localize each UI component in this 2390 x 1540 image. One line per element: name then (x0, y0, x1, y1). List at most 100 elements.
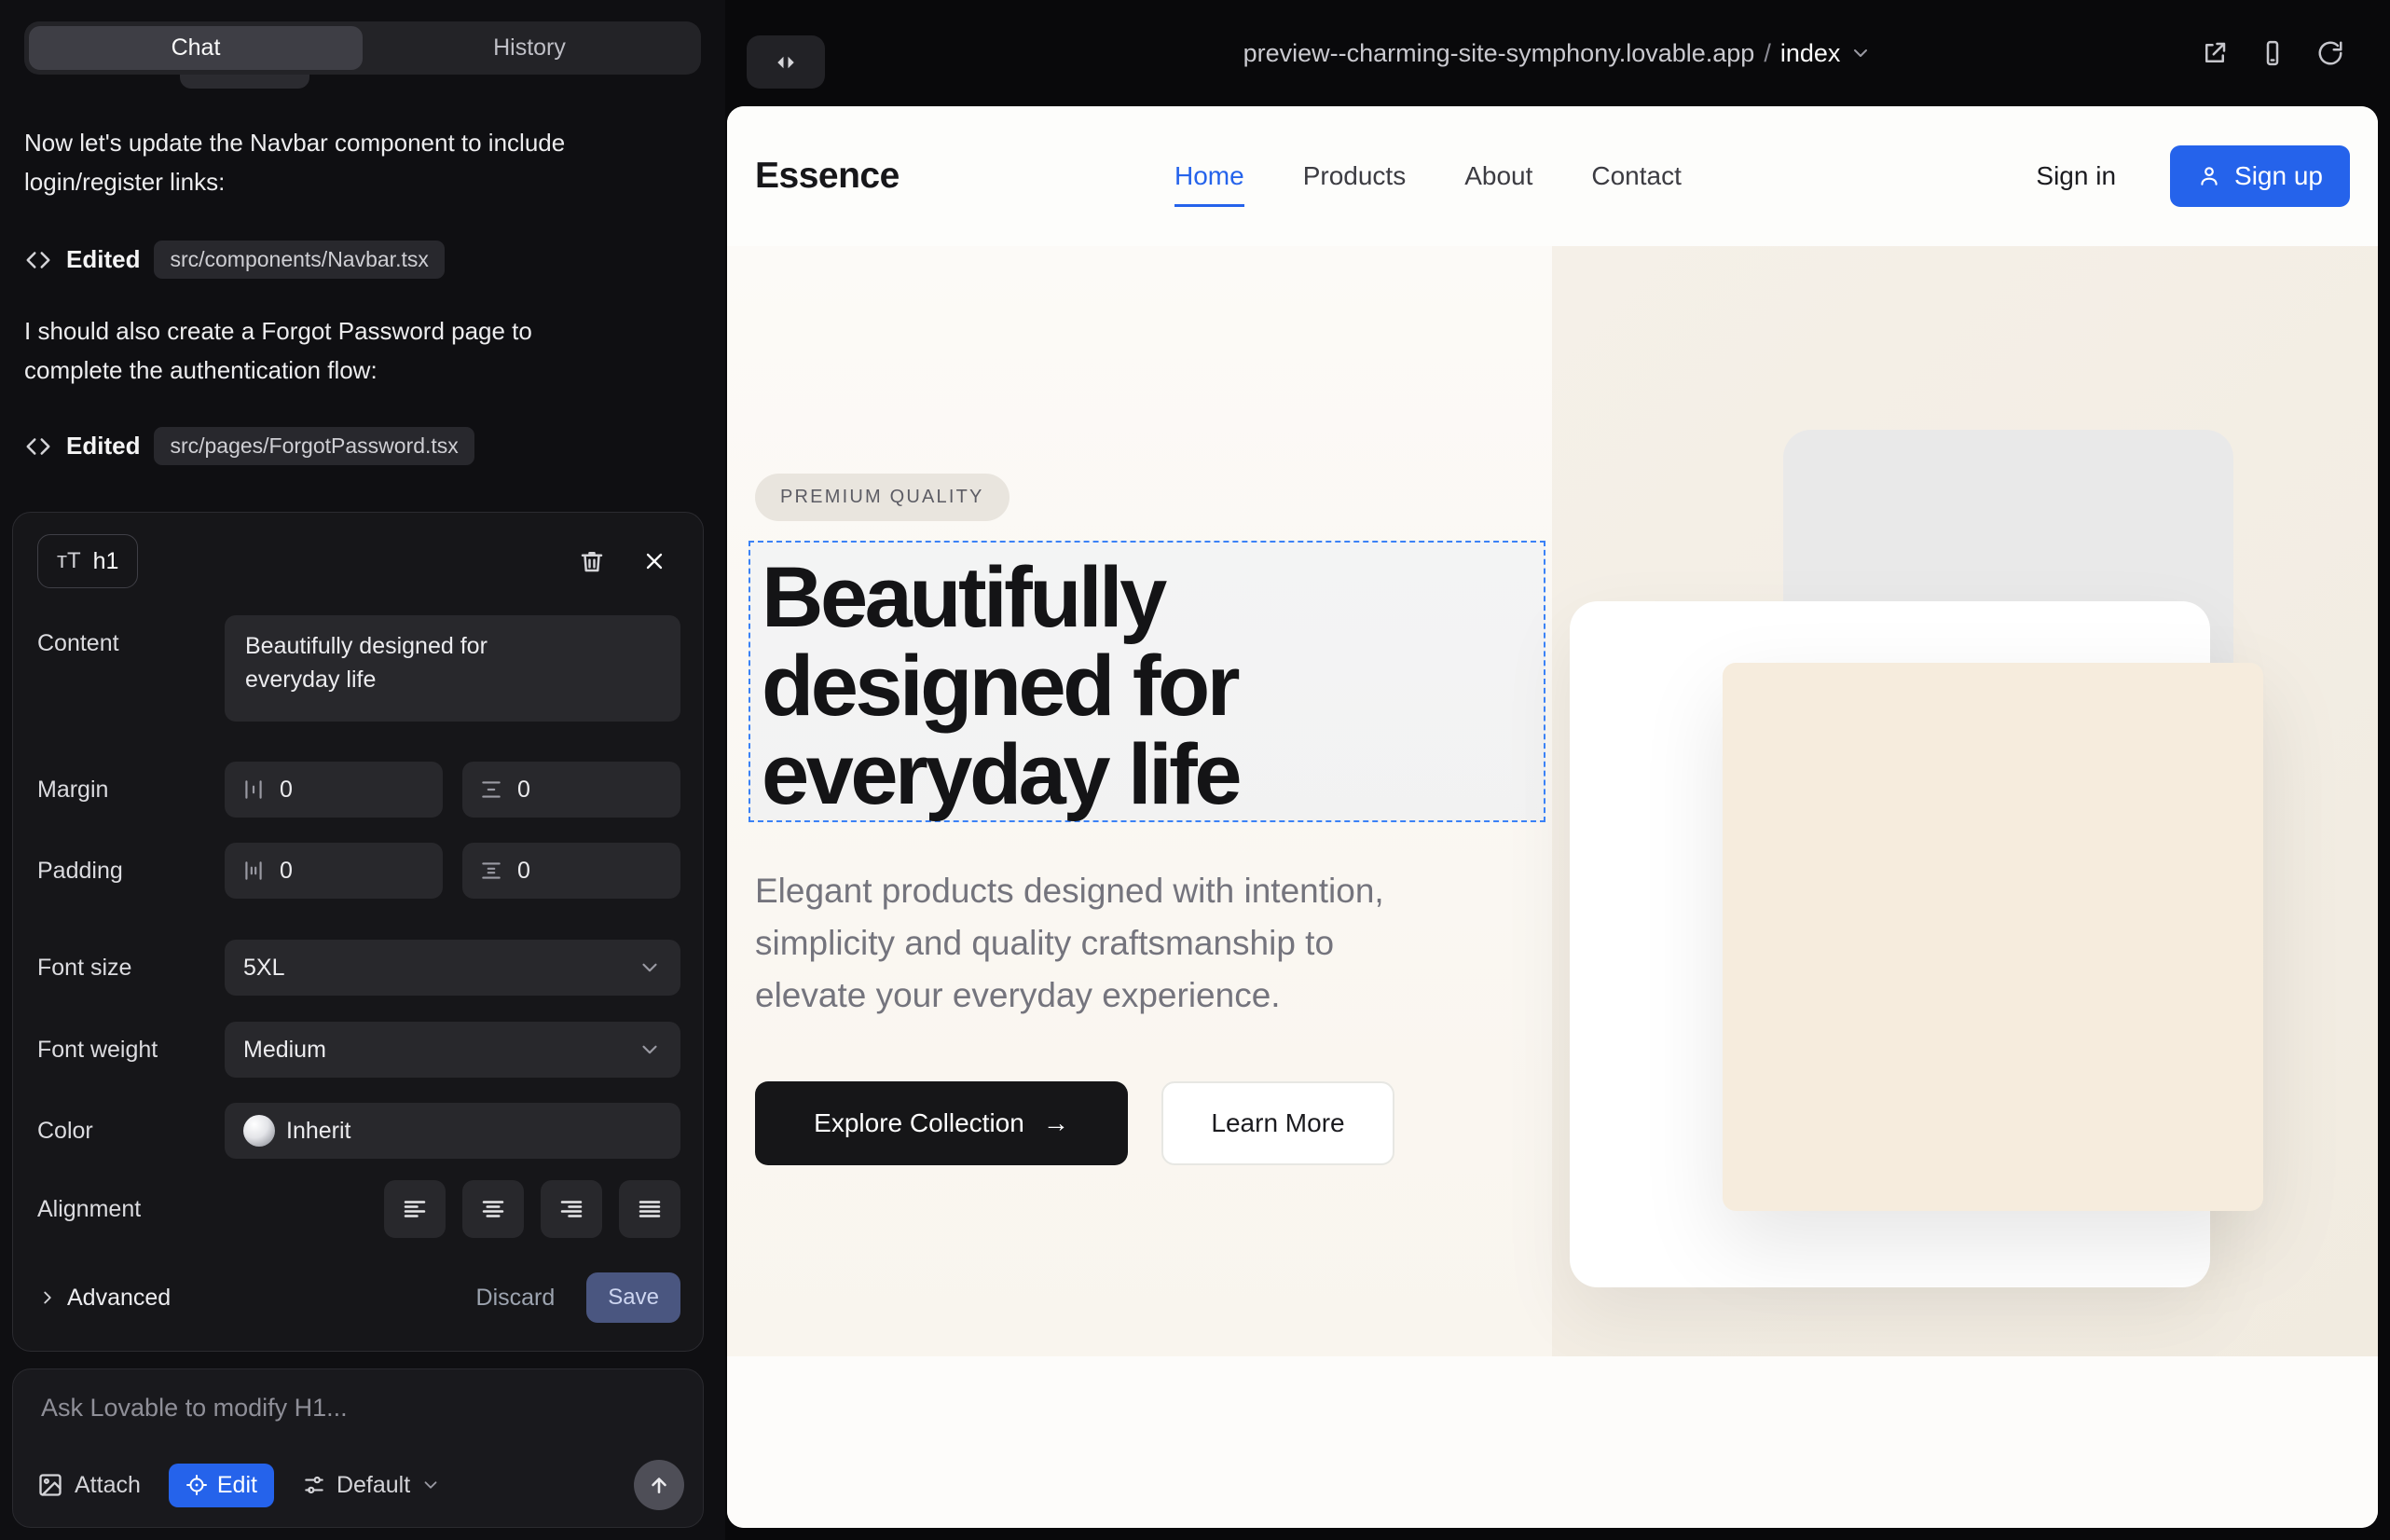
nav-link-contact[interactable]: Contact (1591, 161, 1682, 191)
attach-button[interactable]: Attach (37, 1472, 141, 1499)
margin-row: Margin 0 0 (37, 762, 680, 818)
margin-label: Margin (37, 777, 225, 804)
font-size-select[interactable]: 5XL (225, 940, 680, 996)
mobile-view-button[interactable] (2259, 39, 2287, 67)
paragraph-line: Elegant products designed with intention… (755, 865, 1384, 917)
nav-auth-group: Sign in Sign up (2036, 145, 2350, 207)
user-icon (2197, 164, 2221, 188)
content-label: Content (37, 615, 225, 657)
nav-link-products[interactable]: Products (1303, 161, 1407, 191)
padding-label: Padding (37, 858, 225, 885)
color-control[interactable]: Inherit (225, 1103, 680, 1159)
site-lower-section (727, 1356, 2378, 1528)
font-size-row: Font size 5XL (37, 940, 680, 996)
hero-heading-line: everyday life (762, 731, 1544, 819)
font-size-label: Font size (37, 955, 225, 982)
discard-button[interactable]: Discard (476, 1285, 556, 1312)
font-weight-label: Font weight (37, 1037, 225, 1064)
url-domain: preview--charming-site-symphony.lovable.… (1243, 39, 1755, 68)
panel-tabs: Chat History (24, 21, 701, 75)
url-page: index (1780, 39, 1841, 68)
padding-x-input[interactable]: 0 (225, 843, 443, 899)
file-badge[interactable]: src/components/Navbar.tsx (154, 241, 444, 279)
chat-message: Now let's update the Navbar component to… (24, 123, 635, 201)
content-value: Beautifully designed for everyday life (245, 630, 562, 696)
save-button[interactable]: Save (586, 1272, 680, 1323)
attach-label: Attach (75, 1472, 141, 1499)
image-icon (37, 1472, 63, 1498)
margin-y-value: 0 (517, 777, 530, 804)
explore-collection-button[interactable]: Explore Collection → (755, 1081, 1128, 1165)
paragraph-line: simplicity and quality craftsmanship to (755, 917, 1384, 969)
chevron-down-icon (1849, 42, 1872, 64)
margin-x-input[interactable]: 0 (225, 762, 443, 818)
edit-mode-button[interactable]: Edit (169, 1464, 274, 1507)
default-label: Default (337, 1472, 410, 1499)
color-label: Color (37, 1118, 225, 1145)
selected-h1-element[interactable]: Beautifully designed for everyday life (749, 541, 1545, 822)
explore-label: Explore Collection (814, 1108, 1024, 1138)
tab-history[interactable]: History (363, 26, 696, 70)
color-value: Inherit (286, 1118, 662, 1145)
edited-file-row: Edited src/pages/ForgotPassword.tsx (24, 427, 474, 465)
padding-horizontal-icon (241, 859, 266, 883)
chat-composer: Attach Edit Default (12, 1368, 704, 1528)
chevron-right-icon (37, 1287, 58, 1308)
hero-heading-line: Beautifully (762, 554, 1544, 642)
font-weight-row: Font weight Medium (37, 1022, 680, 1078)
close-inspector-button[interactable] (634, 541, 675, 582)
sliders-icon (302, 1473, 326, 1497)
padding-y-input[interactable]: 0 (462, 843, 680, 899)
margin-y-input[interactable]: 0 (462, 762, 680, 818)
edit-label: Edit (217, 1472, 257, 1499)
browser-actions (2201, 0, 2344, 106)
open-in-new-tab-button[interactable] (2201, 39, 2229, 67)
paragraph-line: elevate your everyday experience. (755, 969, 1384, 1022)
file-badge[interactable]: src/pages/ForgotPassword.tsx (154, 427, 474, 465)
inspector-footer: Advanced Discard Save (37, 1272, 680, 1324)
composer-toolbar: Attach Edit Default (37, 1460, 684, 1510)
chat-input[interactable] (41, 1394, 675, 1423)
hero-heading-line: designed for (762, 642, 1544, 731)
content-field[interactable]: Beautifully designed for everyday life (225, 615, 680, 722)
inspector-header: тT h1 (37, 533, 675, 589)
hero-section: PREMIUM QUALITY Beautifully designed for… (727, 246, 2378, 1356)
site-preview: Essence Home Products About Contact Sign… (727, 106, 2378, 1528)
margin-vertical-icon (479, 777, 503, 802)
send-button[interactable] (634, 1460, 684, 1510)
site-logo[interactable]: Essence (755, 156, 900, 197)
chat-message: I should also create a Forgot Password p… (24, 311, 635, 390)
nav-link-about[interactable]: About (1464, 161, 1532, 191)
hero-paragraph: Elegant products designed with intention… (755, 865, 1384, 1022)
chevron-down-icon (638, 956, 662, 980)
align-right-button[interactable] (541, 1180, 602, 1238)
code-icon (24, 433, 52, 461)
select-element-icon (185, 1474, 208, 1496)
color-swatch (243, 1115, 275, 1147)
sign-in-button[interactable]: Sign in (2036, 161, 2116, 191)
url-bar[interactable]: preview--charming-site-symphony.lovable.… (725, 0, 2390, 106)
refresh-button[interactable] (2316, 39, 2344, 67)
arrow-right-icon: → (1043, 1108, 1069, 1138)
font-size-value: 5XL (243, 955, 626, 982)
delete-element-button[interactable] (570, 540, 613, 583)
alignment-label: Alignment (37, 1196, 225, 1223)
collapse-panel-button[interactable] (747, 35, 825, 89)
sign-up-button[interactable]: Sign up (2170, 145, 2350, 207)
typography-icon: тT (57, 548, 81, 574)
padding-vertical-icon (479, 859, 503, 883)
nav-link-home[interactable]: Home (1174, 161, 1244, 191)
align-center-button[interactable] (462, 1180, 524, 1238)
font-weight-select[interactable]: Medium (225, 1022, 680, 1078)
element-inspector: тT h1 Content Beautifully designed for e… (12, 512, 704, 1352)
content-row: Content Beautifully designed for everyda… (37, 615, 680, 722)
learn-more-button[interactable]: Learn More (1161, 1081, 1394, 1165)
decorative-card-cream (1723, 663, 2263, 1211)
advanced-toggle[interactable]: Advanced (37, 1285, 171, 1312)
align-justify-button[interactable] (619, 1180, 680, 1238)
margin-x-value: 0 (280, 777, 293, 804)
url-separator: / (1764, 39, 1771, 68)
model-default-button[interactable]: Default (302, 1472, 441, 1499)
align-left-button[interactable] (384, 1180, 446, 1238)
tab-chat[interactable]: Chat (29, 26, 363, 70)
